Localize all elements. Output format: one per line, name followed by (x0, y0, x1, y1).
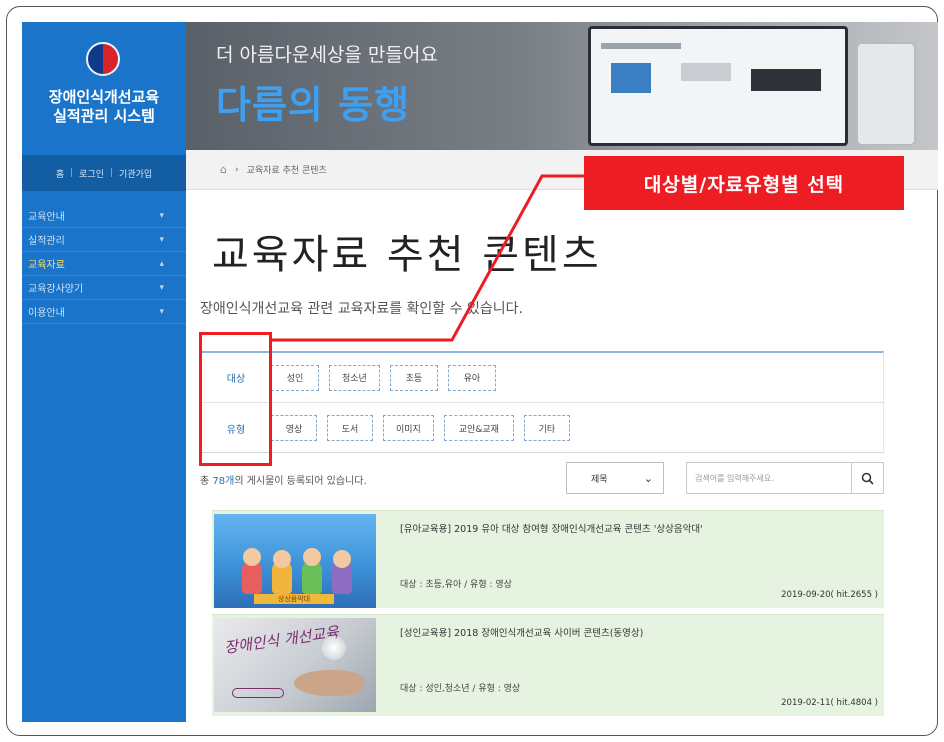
filter-chip-video[interactable]: 영상 (271, 415, 317, 441)
filter-chip-image[interactable]: 이미지 (383, 415, 434, 441)
item-meta: 대상 : 성인,청소년 / 유형 : 영상 (400, 684, 521, 694)
sidebar-item-label: 교육안내 (28, 212, 65, 223)
signup-link[interactable]: 기관가입 (119, 167, 152, 180)
type-options: 영상 도서 이미지 교안&교재 기타 (271, 415, 570, 441)
item-title[interactable]: [성인교육용] 2018 장애인식개선교육 사이버 콘텐츠(동영상) (400, 625, 643, 639)
divider: | (110, 168, 114, 178)
total-suffix: 의 게시물이 등록되어 있습니다. (234, 476, 367, 487)
filter-table: 대상 성인 청소년 초등 유아 유형 영상 도서 이미지 교안&교재 기타 (200, 351, 885, 453)
sidebar-item-label: 교육강사양기 (28, 284, 84, 295)
filter-row-target: 대상 성인 청소년 초등 유아 (201, 353, 885, 403)
chevron-down-icon: ⌄ (643, 471, 653, 485)
home-icon[interactable]: ⌂ (220, 163, 227, 176)
sidebar-menu: 교육안내 ▾ 실적관리 ▾ 교육자료 ▴ 교육강사양기 ▾ 이용안내 ▾ (22, 204, 186, 324)
search-button[interactable] (852, 462, 884, 494)
total-number: 78개 (212, 476, 235, 487)
chevron-down-icon: ▾ (159, 282, 164, 293)
sidebar-item-performance[interactable]: 실적관리 ▾ (22, 228, 186, 252)
page-title: 교육자료 추천 콘텐츠 (212, 232, 602, 278)
sidebar-item-education-guide[interactable]: 교육안내 ▾ (22, 204, 186, 228)
filter-chip-infant[interactable]: 유아 (447, 364, 496, 391)
site-title-line2: 실적관리 시스템 (53, 107, 155, 125)
item-date: 2019-09-20( hit.2655 ) (781, 590, 878, 600)
sidebar-item-label: 실적관리 (28, 236, 65, 247)
thumbnail-text: 상상음악대 (254, 594, 334, 604)
sidebar-item-label: 이용안내 (28, 308, 65, 319)
decor (681, 63, 731, 81)
list-item[interactable]: 상상음악대 [유아교육용] 2019 유아 대상 참여형 장애인식개선교육 콘텐… (212, 510, 884, 608)
select-value: 제목 (591, 474, 608, 485)
video-thumbnail[interactable]: 장애인식 개선교육 (214, 618, 376, 712)
breadcrumb-current: 교육자료 추천 콘텐츠 (246, 166, 327, 176)
decor (322, 636, 346, 660)
banner-subtitle: 더 아름다운세상을 만들어요 (216, 44, 438, 66)
sidebar: 장애인식개선교육 실적관리 시스템 홈 | 로그인 | 기관가입 교육안내 ▾ … (22, 22, 186, 722)
filter-chip-book[interactable]: 도서 (327, 415, 373, 441)
filter-chip-other[interactable]: 기타 (523, 415, 570, 441)
decor (303, 548, 321, 566)
chevron-down-icon: ▾ (159, 234, 164, 245)
total-prefix: 총 (200, 476, 213, 487)
total-count: 총 78개의 게시물이 등록되어 있습니다. (200, 472, 367, 487)
chevron-up-icon: ▴ (159, 258, 164, 269)
decor (751, 69, 821, 91)
hand-image (294, 670, 364, 696)
search-field-select[interactable]: 제목 ⌄ (566, 462, 664, 494)
chevron-down-icon: ▾ (159, 306, 164, 317)
login-link[interactable]: 로그인 (79, 167, 104, 180)
banner-title: 다름의 동행 (216, 83, 411, 127)
divider: | (70, 168, 74, 178)
annotation-callout: 대상별/자료유형별 선택 (584, 156, 904, 210)
filter-chip-adult[interactable]: 성인 (271, 364, 319, 391)
item-meta: 대상 : 초등,유아 / 유형 : 영상 (400, 580, 512, 590)
site-title: 장애인식개선교육 실적관리 시스템 (22, 88, 186, 126)
item-title[interactable]: [유아교육용] 2019 유아 대상 참여형 장애인식개선교육 콘텐츠 '상상음… (400, 521, 703, 535)
filter-row-type: 유형 영상 도서 이미지 교안&교재 기타 (201, 403, 885, 453)
logo[interactable]: 장애인식개선교육 실적관리 시스템 (22, 22, 186, 142)
breadcrumb-separator: › (234, 164, 239, 175)
home-link[interactable]: 홈 (56, 167, 64, 180)
phone-image (856, 42, 916, 146)
page-description: 장애인식개선교육 관련 교육자료를 확인할 수 있습니다. (200, 301, 523, 317)
filter-chip-lesson-material[interactable]: 교안&교재 (443, 415, 514, 441)
search-icon (861, 472, 874, 485)
target-options: 성인 청소년 초등 유아 (271, 364, 496, 391)
sidebar-item-label: 교육자료 (28, 260, 65, 271)
search-input[interactable]: 검색어를 입력해주세요. (686, 462, 852, 494)
decor (333, 550, 351, 568)
annotation-highlight-box (199, 332, 272, 466)
item-date: 2019-02-11( hit.4804 ) (781, 698, 878, 708)
decor (243, 548, 261, 566)
hero-banner: 더 아름다운세상을 만들어요 다름의 동행 (186, 22, 938, 150)
chevron-down-icon: ▾ (159, 210, 164, 221)
list-item[interactable]: 장애인식 개선교육 [성인교육용] 2018 장애인식개선교육 사이버 콘텐츠(… (212, 614, 884, 716)
taegeuk-logo-icon (86, 42, 120, 76)
login-bar: 홈 | 로그인 | 기관가입 (22, 155, 186, 191)
video-thumbnail[interactable]: 상상음악대 (214, 514, 376, 608)
laptop-image (588, 26, 848, 146)
decor (232, 688, 284, 698)
sidebar-item-materials[interactable]: 교육자료 ▴ (22, 252, 186, 276)
filter-chip-elementary[interactable]: 초등 (389, 364, 438, 391)
decor (273, 550, 291, 568)
sidebar-item-instructors[interactable]: 교육강사양기 ▾ (22, 276, 186, 300)
decor (601, 43, 681, 49)
filter-chip-youth[interactable]: 청소년 (329, 364, 380, 391)
site-title-line1: 장애인식개선교육 (48, 88, 160, 106)
decor (611, 63, 651, 93)
sidebar-item-usage-guide[interactable]: 이용안내 ▾ (22, 300, 186, 324)
